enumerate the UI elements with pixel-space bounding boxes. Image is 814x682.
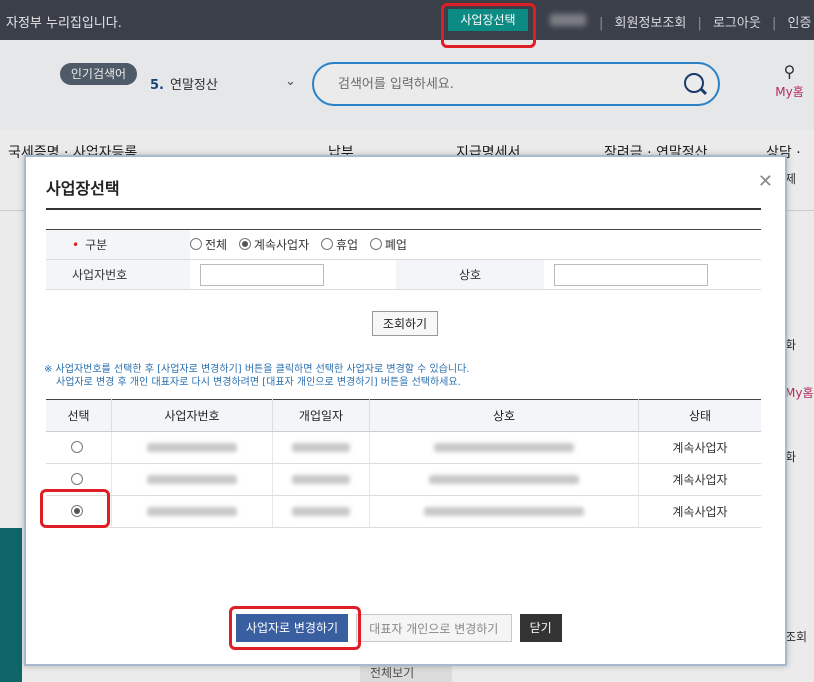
masked-date — [292, 506, 350, 516]
modal-title: 사업장선택 — [46, 179, 120, 198]
radio-closed[interactable]: 폐업 — [369, 238, 407, 252]
name-input[interactable] — [554, 263, 708, 286]
modal-actions: 사업자로 변경하기 대표자 개인으로 변경하기 닫기 — [236, 614, 566, 642]
row-status: 계속사업자 — [638, 463, 761, 496]
row-status: 계속사업자 — [638, 495, 761, 528]
close-button[interactable]: 닫기 — [519, 614, 562, 642]
top-bar: 자정부 누리집입니다. 사업장선택 | 회원정보조회 | 로그아웃 | 인증 — [0, 0, 814, 40]
change-to-business-button[interactable]: 사업자로 변경하기 — [236, 614, 348, 642]
radio-suspended[interactable]: 휴업 — [320, 238, 358, 252]
radio-active[interactable]: 계속사업자 — [238, 238, 309, 252]
notice-text: ※ 사업자번호를 선택한 후 [사업자로 변경하기] 버튼을 클릭하면 선택한 … — [44, 364, 470, 388]
business-select-modal: 사업장선택 ✕ • 구분 전체 계속사업자 휴업 폐업 사업자번호 상호 조회하기… — [24, 155, 787, 666]
table-row[interactable]: 계속사업자 — [46, 463, 761, 496]
name-label: 상호 — [396, 259, 544, 290]
table-header: 선택 사업자번호 개업일자 상호 상태 — [46, 399, 761, 432]
masked-user-name — [550, 14, 586, 26]
masked-name — [429, 474, 579, 484]
radio-all[interactable]: 전체 — [190, 238, 227, 252]
type-label: • 구분 — [46, 229, 190, 260]
certificate-link[interactable]: 인증 — [787, 16, 811, 31]
search-form: • 구분 전체 계속사업자 휴업 폐업 사업자번호 상호 — [46, 229, 761, 290]
bizno-label: 사업자번호 — [46, 259, 190, 290]
masked-bizno — [147, 474, 237, 484]
change-to-individual-button[interactable]: 대표자 개인으로 변경하기 — [355, 614, 512, 642]
logout-link[interactable]: 로그아웃 — [713, 16, 761, 31]
col-name: 상호 — [369, 399, 639, 432]
row-select-radio[interactable] — [71, 504, 83, 517]
masked-bizno — [147, 506, 237, 516]
search-button[interactable]: 조회하기 — [372, 311, 438, 336]
business-table: 선택 사업자번호 개업일자 상호 상태 계속사업자 계속사업자 계속사업자 — [46, 399, 761, 528]
col-opendate: 개업일자 — [272, 399, 370, 432]
masked-date — [292, 474, 350, 484]
member-info-link[interactable]: 회원정보조회 — [615, 16, 687, 31]
masked-date — [292, 442, 350, 452]
col-status: 상태 — [638, 399, 761, 432]
close-icon[interactable]: ✕ — [758, 171, 773, 192]
row-select-radio[interactable] — [71, 472, 83, 485]
top-links: | 회원정보조회 | 로그아웃 | 인증 — [599, 16, 812, 31]
masked-bizno — [147, 442, 237, 452]
col-bizno: 사업자번호 — [111, 399, 273, 432]
bizno-input[interactable] — [200, 263, 324, 286]
row-select-radio[interactable] — [71, 440, 83, 453]
type-radio-group: 전체 계속사업자 휴업 폐업 — [190, 229, 761, 260]
table-row[interactable]: 계속사업자 — [46, 495, 761, 528]
gov-brand-text: 자정부 누리집입니다. — [6, 16, 122, 31]
business-select-button[interactable]: 사업장선택 — [448, 9, 528, 31]
row-status: 계속사업자 — [638, 431, 761, 464]
masked-name — [424, 506, 584, 516]
col-select: 선택 — [46, 399, 112, 432]
table-row[interactable]: 계속사업자 — [46, 431, 761, 464]
masked-name — [434, 442, 574, 452]
divider — [46, 208, 761, 210]
